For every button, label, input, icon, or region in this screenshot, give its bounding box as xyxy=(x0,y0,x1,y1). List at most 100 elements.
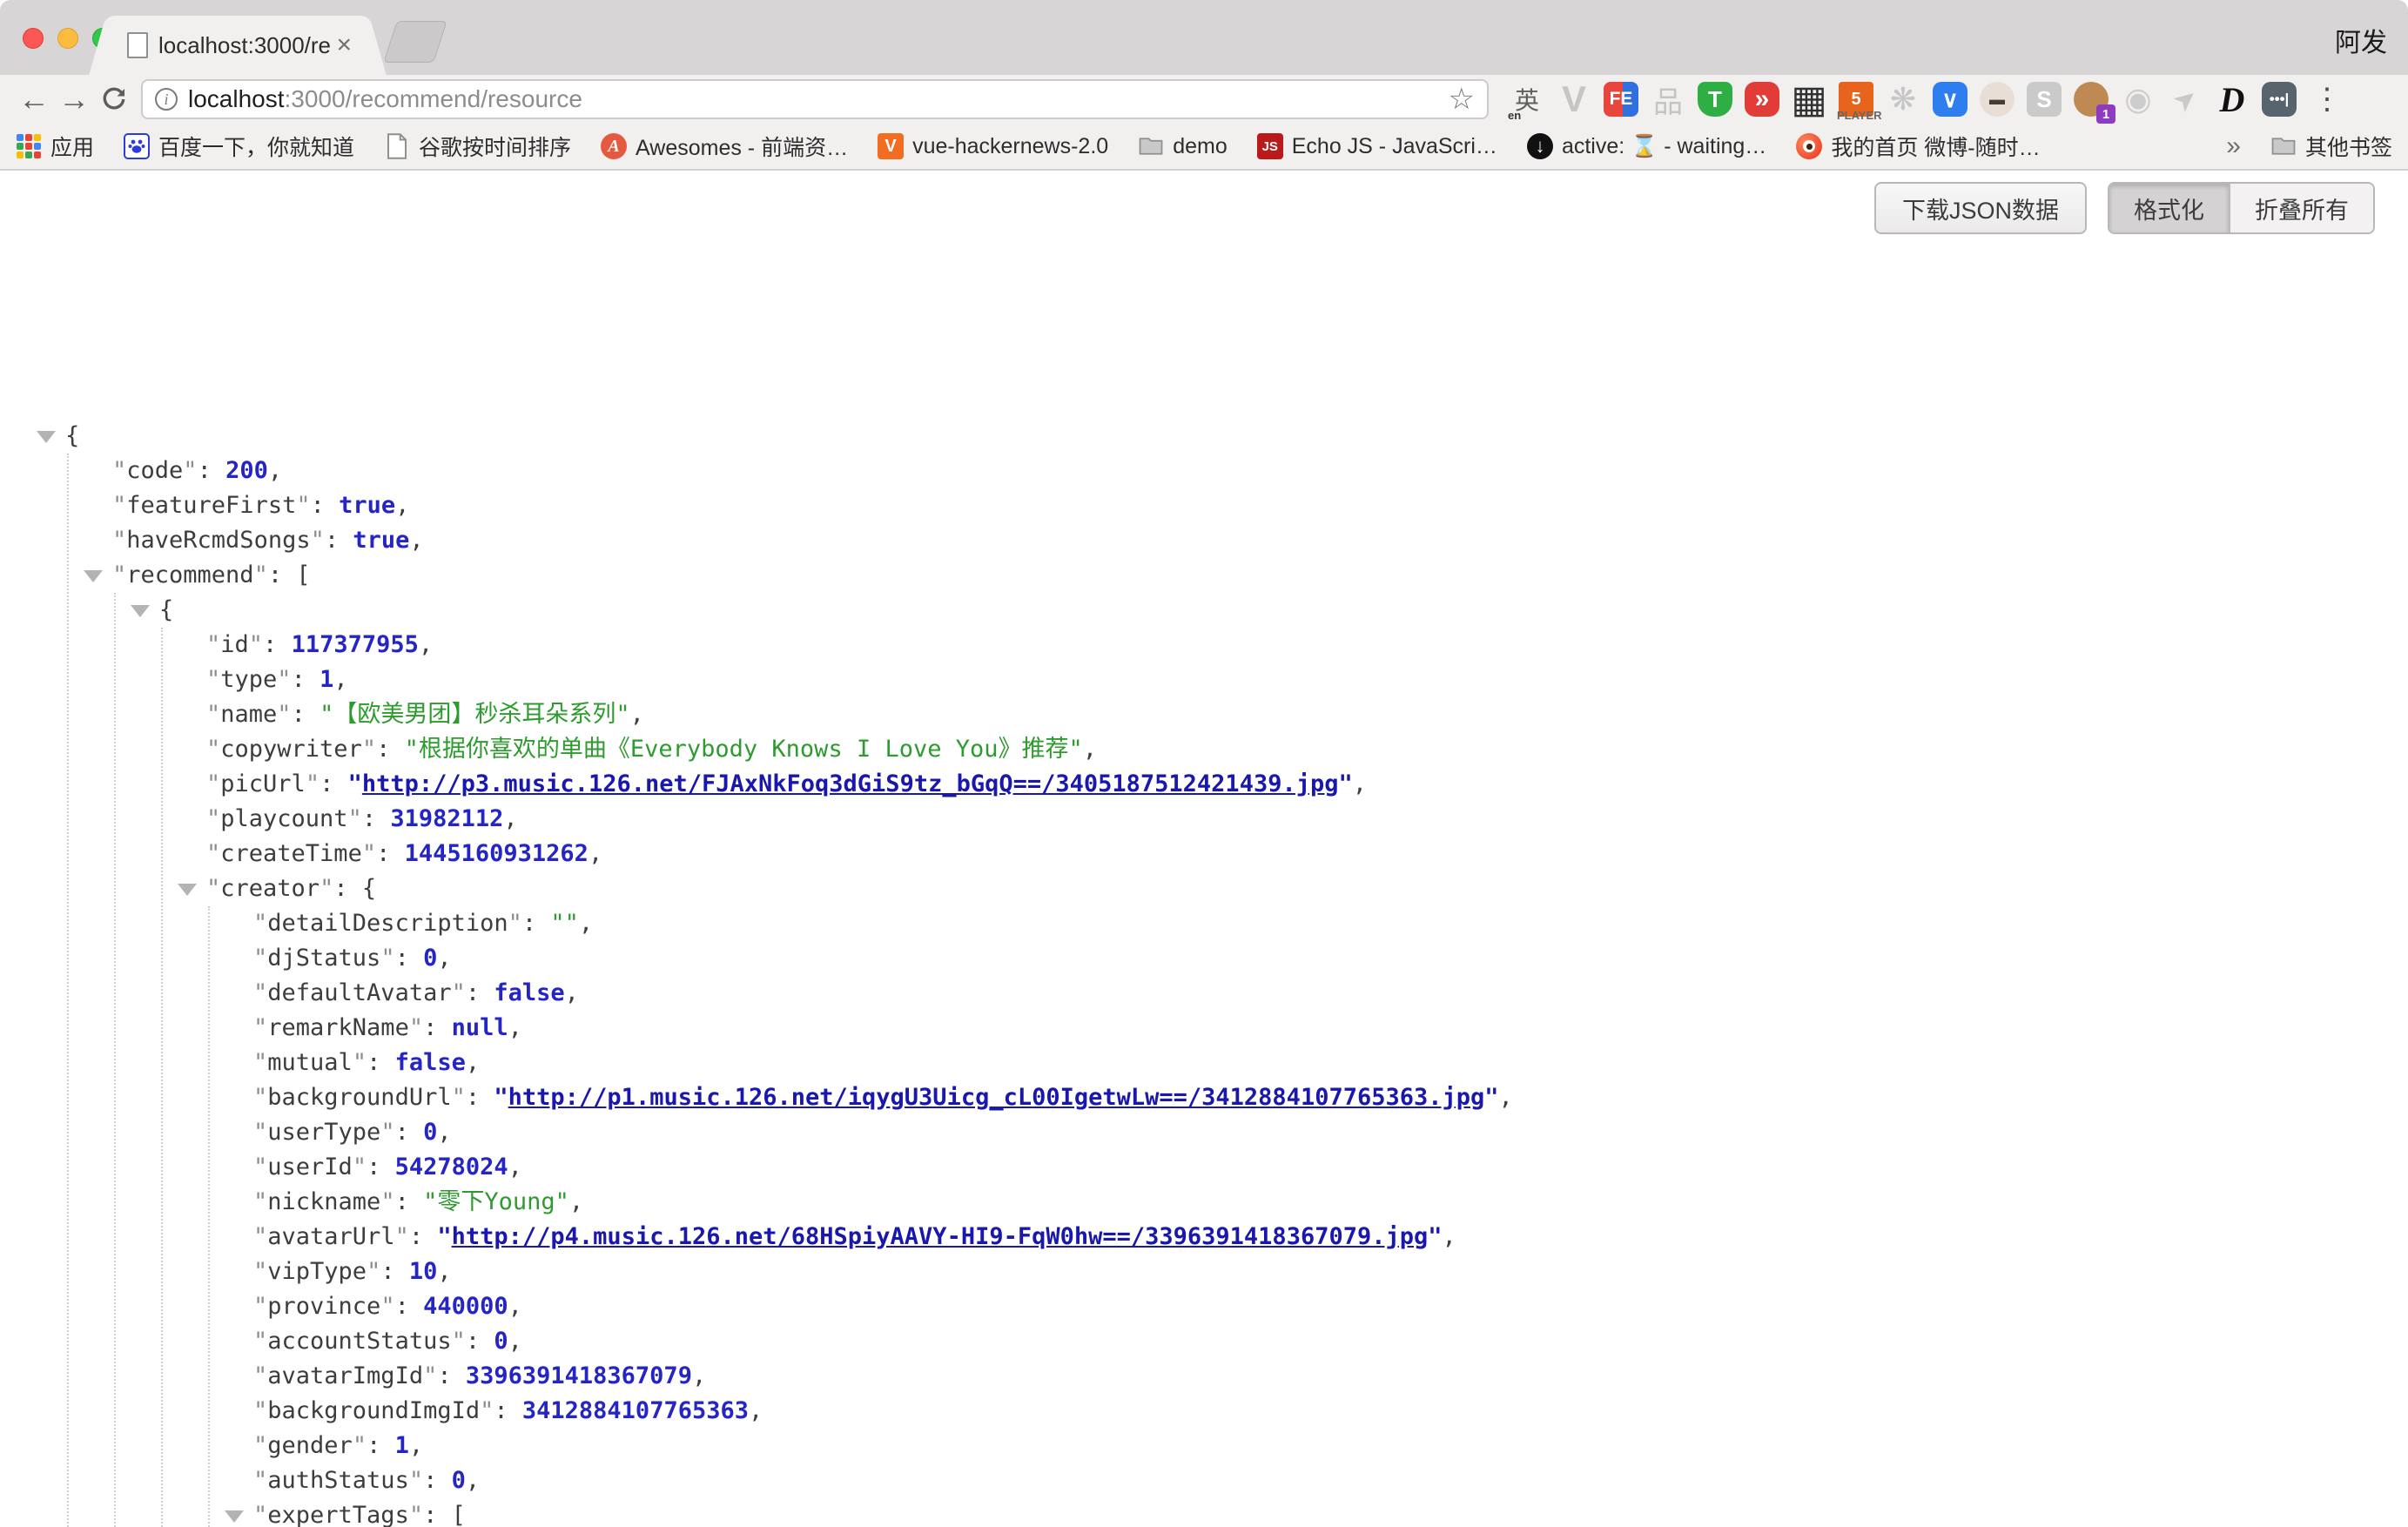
json-line: "featureFirst": true, xyxy=(0,488,2408,523)
vue-icon: V xyxy=(878,133,904,159)
collapse-toggle-icon[interactable] xyxy=(131,605,150,617)
url-path: :3000/recommend/resource xyxy=(285,85,582,112)
url-host: localhost xyxy=(188,85,285,112)
shield-t-icon[interactable]: T xyxy=(1694,78,1736,120)
json-line: "defaultAvatar": false, xyxy=(0,976,2408,1011)
page-icon xyxy=(384,133,410,159)
json-line: "backgroundImgId": 3412884107765363, xyxy=(0,1394,2408,1429)
other-bookmarks-folder[interactable]: 其他书签 xyxy=(2270,131,2392,162)
json-line: "avatarImgId": 3396391418367079, xyxy=(0,1359,2408,1394)
extensions-row: 英enVFE品T»▦5PLAYER❋∨▬S1◉➤D•••| xyxy=(1506,78,2300,120)
forward-button[interactable]: → xyxy=(54,79,94,119)
folder-icon xyxy=(1138,133,1164,159)
url-text[interactable]: localhost:3000/recommend/resource xyxy=(188,85,1440,113)
json-line: "authStatus": 0, xyxy=(0,1463,2408,1498)
tab-close-icon[interactable]: × xyxy=(336,32,352,58)
extension-badge: 1 xyxy=(2096,104,2115,124)
collapse-toggle-icon[interactable] xyxy=(178,884,197,896)
page-info-icon[interactable]: i xyxy=(155,88,178,111)
blue-shield-check-icon[interactable]: ∨ xyxy=(1929,78,1971,120)
json-line: "avatarUrl": "http://p4.music.126.net/68… xyxy=(0,1220,2408,1255)
bookmark-label: active: ⌛ - waiting… xyxy=(1562,134,1766,159)
browser-tab[interactable]: localhost:3000/recommend/re × xyxy=(111,16,364,75)
scope-guide-line xyxy=(114,593,116,1527)
json-tree: {"code": 200,"featureFirst": true,"haveR… xyxy=(0,419,2408,1527)
json-url-link[interactable]: http://p4.music.126.net/68HSpiyAAVY-HI9-… xyxy=(452,1223,1429,1250)
fehelper-icon[interactable]: FE xyxy=(1600,78,1642,120)
bookmark-item[interactable]: demo xyxy=(1138,133,1228,159)
tampermonkey-icon[interactable]: 1 xyxy=(2070,78,2112,120)
browser-menu-icon[interactable]: ⋮ xyxy=(2312,82,2344,117)
bookmark-item[interactable]: JSEcho JS - JavaScri… xyxy=(1257,133,1497,159)
qr-code-icon[interactable]: ▦ xyxy=(1788,78,1830,120)
vue-devtools-icon[interactable]: V xyxy=(1553,78,1595,120)
translate-icon[interactable]: 英en xyxy=(1506,78,1548,120)
bookmark-label: vue-hackernews-2.0 xyxy=(912,134,1108,159)
collapse-toggle-icon[interactable] xyxy=(37,431,56,443)
scope-guide-line xyxy=(208,906,210,1527)
tab-title: localhost:3000/recommend/re xyxy=(158,32,331,59)
json-line: "userType": 0, xyxy=(0,1115,2408,1150)
collapse-toggle-icon[interactable] xyxy=(84,570,103,582)
collapse-all-button[interactable]: 折叠所有 xyxy=(2229,184,2373,232)
fast-forward-icon[interactable]: » xyxy=(1741,78,1783,120)
folder-icon xyxy=(2270,133,2297,159)
json-line: "gender": 1, xyxy=(0,1429,2408,1463)
json-line: "djStatus": 0, xyxy=(0,941,2408,976)
json-line: "vipType": 10, xyxy=(0,1255,2408,1289)
echojs-icon: JS xyxy=(1257,133,1283,159)
back-button[interactable]: ← xyxy=(14,79,54,119)
bookmark-item[interactable]: 我的首页 微博-随时… xyxy=(1796,131,2040,162)
window-titlebar: localhost:3000/recommend/re × 阿发 xyxy=(0,0,2408,75)
apps-grid-icon xyxy=(16,133,42,159)
paw-icon[interactable]: ❋ xyxy=(1882,78,1924,120)
view-mode-toggle: 格式化 折叠所有 xyxy=(2108,182,2375,234)
close-window-button[interactable] xyxy=(23,28,44,49)
json-line: "copywriter": "根据你喜欢的单曲《Everybody Knows … xyxy=(0,732,2408,767)
json-line: "accountStatus": 0, xyxy=(0,1324,2408,1359)
bookmarks-bar: 应用百度一下，你就知道 谷歌按时间排序 A Awesomes - 前端资… Vvue-h… xyxy=(0,124,2408,171)
collapse-toggle-icon[interactable] xyxy=(225,1510,244,1523)
json-line: "userId": 54278024, xyxy=(0,1150,2408,1185)
profile-name[interactable]: 阿发 xyxy=(2335,21,2387,59)
bookmark-star-icon[interactable]: ☆ xyxy=(1449,82,1475,117)
password-dots-icon[interactable]: •••| xyxy=(2258,78,2300,120)
bookmark-item[interactable]: ↓active: ⌛ - waiting… xyxy=(1527,133,1766,159)
address-bar[interactable]: i localhost:3000/recommend/resource ☆ xyxy=(141,79,1489,119)
json-line: { xyxy=(0,419,2408,454)
awesomes-icon: A xyxy=(601,133,627,159)
mask-icon[interactable]: ▬ xyxy=(1976,78,2018,120)
json-line: "haveRcmdSongs": true, xyxy=(0,523,2408,558)
html5-player-icon[interactable]: 5PLAYER xyxy=(1835,78,1877,120)
bookmark-label: 我的首页 微博-随时… xyxy=(1831,131,2040,162)
bookmark-item[interactable]: 谷歌按时间排序 xyxy=(384,131,571,162)
json-line: "id": 117377955, xyxy=(0,628,2408,663)
json-line: "mutual": false, xyxy=(0,1046,2408,1080)
sitemap-icon[interactable]: 品 xyxy=(1647,78,1689,120)
json-line: "detailDescription": "", xyxy=(0,906,2408,941)
format-button[interactable]: 格式化 xyxy=(2109,184,2229,232)
download-json-button[interactable]: 下载JSON数据 xyxy=(1874,182,2087,234)
reload-button[interactable] xyxy=(94,79,134,119)
bookmark-item[interactable]: 百度一下，你就知道 xyxy=(124,131,354,162)
json-line: "type": 1, xyxy=(0,663,2408,697)
minimize-window-button[interactable] xyxy=(57,28,78,49)
s-icon[interactable]: S xyxy=(2023,78,2065,120)
bookmark-label: 谷歌按时间排序 xyxy=(419,131,571,162)
json-url-link[interactable]: http://p3.music.126.net/FJAxNkFoq3dGiS9t… xyxy=(362,770,1339,797)
devdocs-d-icon[interactable]: D xyxy=(2211,78,2253,120)
json-line: "expertTags": [ xyxy=(0,1498,2408,1527)
bookmark-item[interactable]: A Awesomes - 前端资… xyxy=(601,131,848,162)
bookmark-item[interactable]: 应用 xyxy=(16,131,94,162)
weibo-gray-icon[interactable]: ◉ xyxy=(2117,78,2159,120)
json-line: "playcount": 31982112, xyxy=(0,802,2408,837)
new-tab-button[interactable] xyxy=(383,21,447,63)
json-line: "nickname": "零下Young", xyxy=(0,1185,2408,1220)
hummingbird-icon[interactable]: ➤ xyxy=(2164,78,2206,120)
bookmark-label: Awesomes - 前端资… xyxy=(636,131,848,162)
json-line: "picUrl": "http://p3.music.126.net/FJAxN… xyxy=(0,767,2408,802)
json-url-link[interactable]: http://p1.music.126.net/iqygU3Uicg_cL00I… xyxy=(508,1084,1485,1111)
bookmark-item[interactable]: Vvue-hackernews-2.0 xyxy=(878,133,1108,159)
json-line: "name": "【欧美男团】秒杀耳朵系列", xyxy=(0,697,2408,732)
bookmarks-overflow-icon[interactable]: » xyxy=(2226,131,2241,161)
